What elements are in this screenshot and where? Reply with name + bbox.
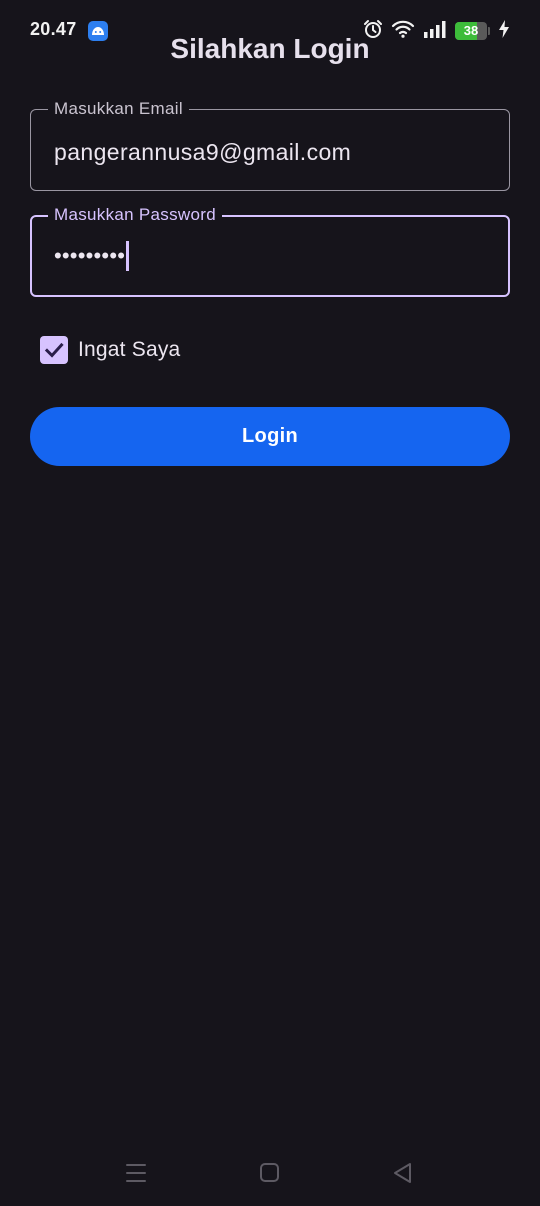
menu-icon[interactable] (121, 1160, 151, 1186)
remember-me-checkbox[interactable] (40, 336, 68, 364)
text-cursor (126, 241, 129, 271)
password-field[interactable]: Masukkan Password ••••••••• (30, 204, 510, 297)
remember-me-row[interactable]: Ingat Saya (40, 336, 180, 364)
password-input[interactable]: ••••••••• (54, 241, 125, 271)
password-input-wrapper[interactable]: ••••••••• (54, 241, 129, 271)
email-input[interactable]: pangerannusa9@gmail.com (54, 137, 351, 167)
remember-me-label[interactable]: Ingat Saya (78, 338, 180, 362)
navigation-bar (0, 1150, 540, 1196)
password-field-label: Masukkan Password (48, 204, 222, 226)
home-icon[interactable] (255, 1160, 285, 1186)
login-button[interactable]: Login (30, 407, 510, 466)
email-field-label: Masukkan Email (48, 98, 189, 120)
email-field[interactable]: Masukkan Email pangerannusa9@gmail.com (30, 98, 510, 191)
back-icon[interactable] (388, 1160, 418, 1186)
check-icon (44, 342, 64, 358)
page-title: Silahkan Login (170, 33, 370, 64)
